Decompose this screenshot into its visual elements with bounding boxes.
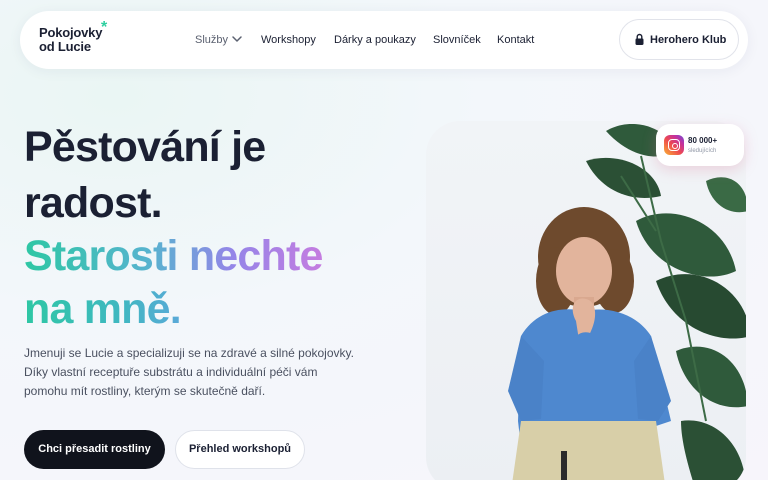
hero-photo	[426, 121, 746, 480]
nav-item-sluzby[interactable]: Služby	[195, 33, 228, 47]
logo-line-2: od Lucie	[39, 39, 91, 54]
headline-line-2: radost.	[24, 179, 163, 227]
portrait-illustration	[508, 123, 746, 480]
top-navbar: Pokojovky od Lucie * Služby Workshopy Dá…	[20, 11, 748, 69]
headline-line-1: Pěstování je	[24, 123, 266, 171]
replant-plants-button[interactable]: Chci přesadit rostliny	[24, 430, 165, 469]
nav-item-workshopy[interactable]: Workshopy	[261, 33, 316, 47]
logo-line-1: Pokojovky	[39, 25, 103, 40]
lock-icon	[635, 33, 644, 45]
logo-asterisk: *	[101, 19, 108, 36]
workshops-overview-button[interactable]: Přehled workshopů	[175, 430, 305, 469]
brand-logo[interactable]: Pokojovky od Lucie *	[39, 20, 119, 57]
headline-line-4: na mně.	[24, 285, 182, 333]
nav-item-slovnicek[interactable]: Slovníček	[433, 33, 481, 47]
nav-item-kontakt[interactable]: Kontakt	[497, 33, 534, 47]
instagram-followers-badge[interactable]: 80 000+ sledujících	[656, 124, 744, 166]
instagram-icon	[664, 135, 684, 155]
instagram-follower-label: sledujících	[688, 148, 717, 154]
hero-intro-text: Jmenuji se Lucie a specializuji se na zd…	[24, 346, 354, 398]
instagram-follower-count: 80 000+	[688, 136, 718, 145]
headline-line-3: Starosti nechte	[24, 232, 323, 280]
herohero-club-button[interactable]: Herohero Klub	[619, 19, 739, 60]
chevron-down-icon[interactable]	[231, 34, 243, 44]
club-button-label: Herohero Klub	[650, 34, 727, 46]
nav-item-darky[interactable]: Dárky a poukazy	[334, 33, 416, 47]
